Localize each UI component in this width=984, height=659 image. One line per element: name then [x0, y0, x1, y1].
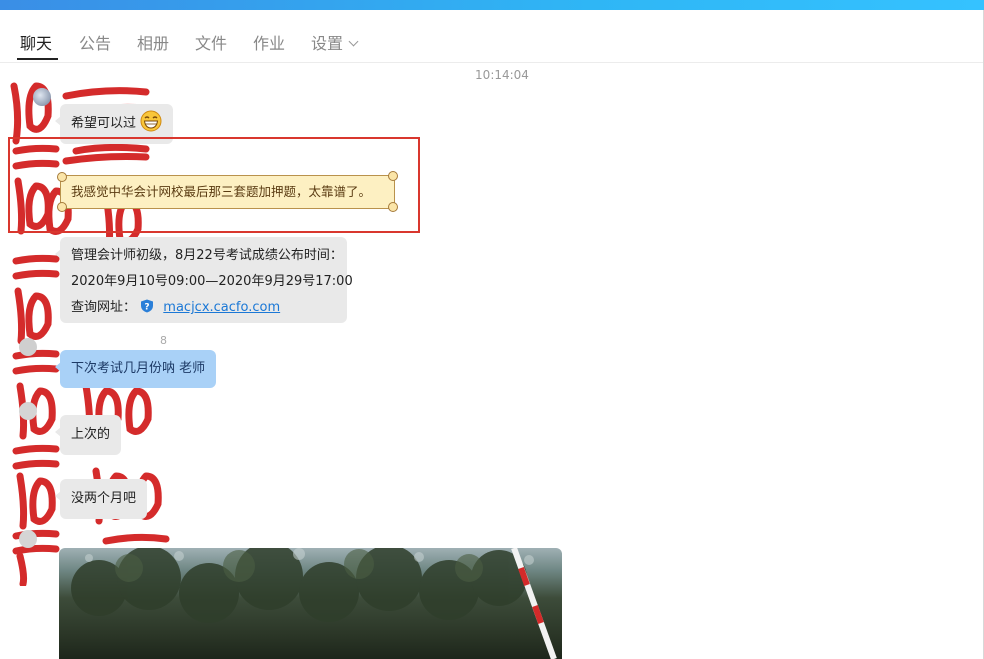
- message-bubble[interactable]: 上次的: [54, 415, 122, 455]
- scroll-curl-decoration: [57, 202, 67, 212]
- tab-announcement[interactable]: 公告: [79, 30, 111, 54]
- svg-text:?: ?: [145, 303, 150, 313]
- message-text: 希望可以过: [71, 116, 137, 131]
- message-line-link-row: 查询网址： ? macjcx.cacfo.com: [71, 295, 336, 321]
- tab-homework[interactable]: 作业: [253, 30, 285, 54]
- scroll-curl-decoration: [388, 171, 398, 181]
- avatar[interactable]: [19, 402, 37, 420]
- message-bubble[interactable]: 管理会计师初级，8月22号考试成绩公布时间： 2020年9月10号09:00—2…: [55, 237, 353, 323]
- grin-emoji-icon: [140, 110, 162, 132]
- message-bubble[interactable]: 没两个月吧: [54, 479, 148, 519]
- scroll-curl-decoration: [57, 172, 67, 182]
- message-text: 上次的: [71, 427, 111, 442]
- active-tab-indicator: [17, 58, 58, 60]
- tab-settings[interactable]: 设置: [311, 30, 359, 54]
- message-text: 下次考试几月份呐 老师: [71, 361, 206, 376]
- tab-album[interactable]: 相册: [137, 30, 169, 54]
- message-line: 管理会计师初级，8月22号考试成绩公布时间：: [71, 248, 343, 263]
- message-line-label: 查询网址：: [71, 300, 137, 315]
- message-bubble[interactable]: 下次考试几月份呐 老师: [54, 350, 217, 388]
- avatar[interactable]: [33, 88, 51, 106]
- tab-files[interactable]: 文件: [195, 30, 227, 54]
- shield-question-icon: ?: [141, 299, 154, 313]
- url-link[interactable]: macjcx.cacfo.com: [163, 300, 280, 315]
- tab-chat[interactable]: 聊天: [20, 30, 52, 54]
- chevron-down-icon: [348, 36, 359, 47]
- scroll-curl-decoration: [388, 202, 398, 212]
- photo-trees: [71, 548, 557, 659]
- avatar[interactable]: [19, 530, 37, 548]
- message-bubble-scroll[interactable]: 我感觉中华会计网校最后那三套题加押题，太靠谱了。: [57, 171, 398, 212]
- window-title-bar: [0, 0, 984, 10]
- avatar[interactable]: [19, 338, 37, 356]
- image-message[interactable]: [59, 548, 562, 659]
- tab-bar: 聊天 公告 相册 文件 作业 设置: [0, 10, 983, 63]
- message-text: 我感觉中华会计网校最后那三套题加押题，太靠谱了。: [71, 184, 372, 199]
- message-text: 没两个月吧: [71, 491, 137, 506]
- tab-settings-label: 设置: [311, 34, 344, 53]
- message-line: 2020年9月10号09:00—2020年9月29号17:00: [71, 274, 353, 289]
- sender-name-fragment: 8: [160, 334, 167, 347]
